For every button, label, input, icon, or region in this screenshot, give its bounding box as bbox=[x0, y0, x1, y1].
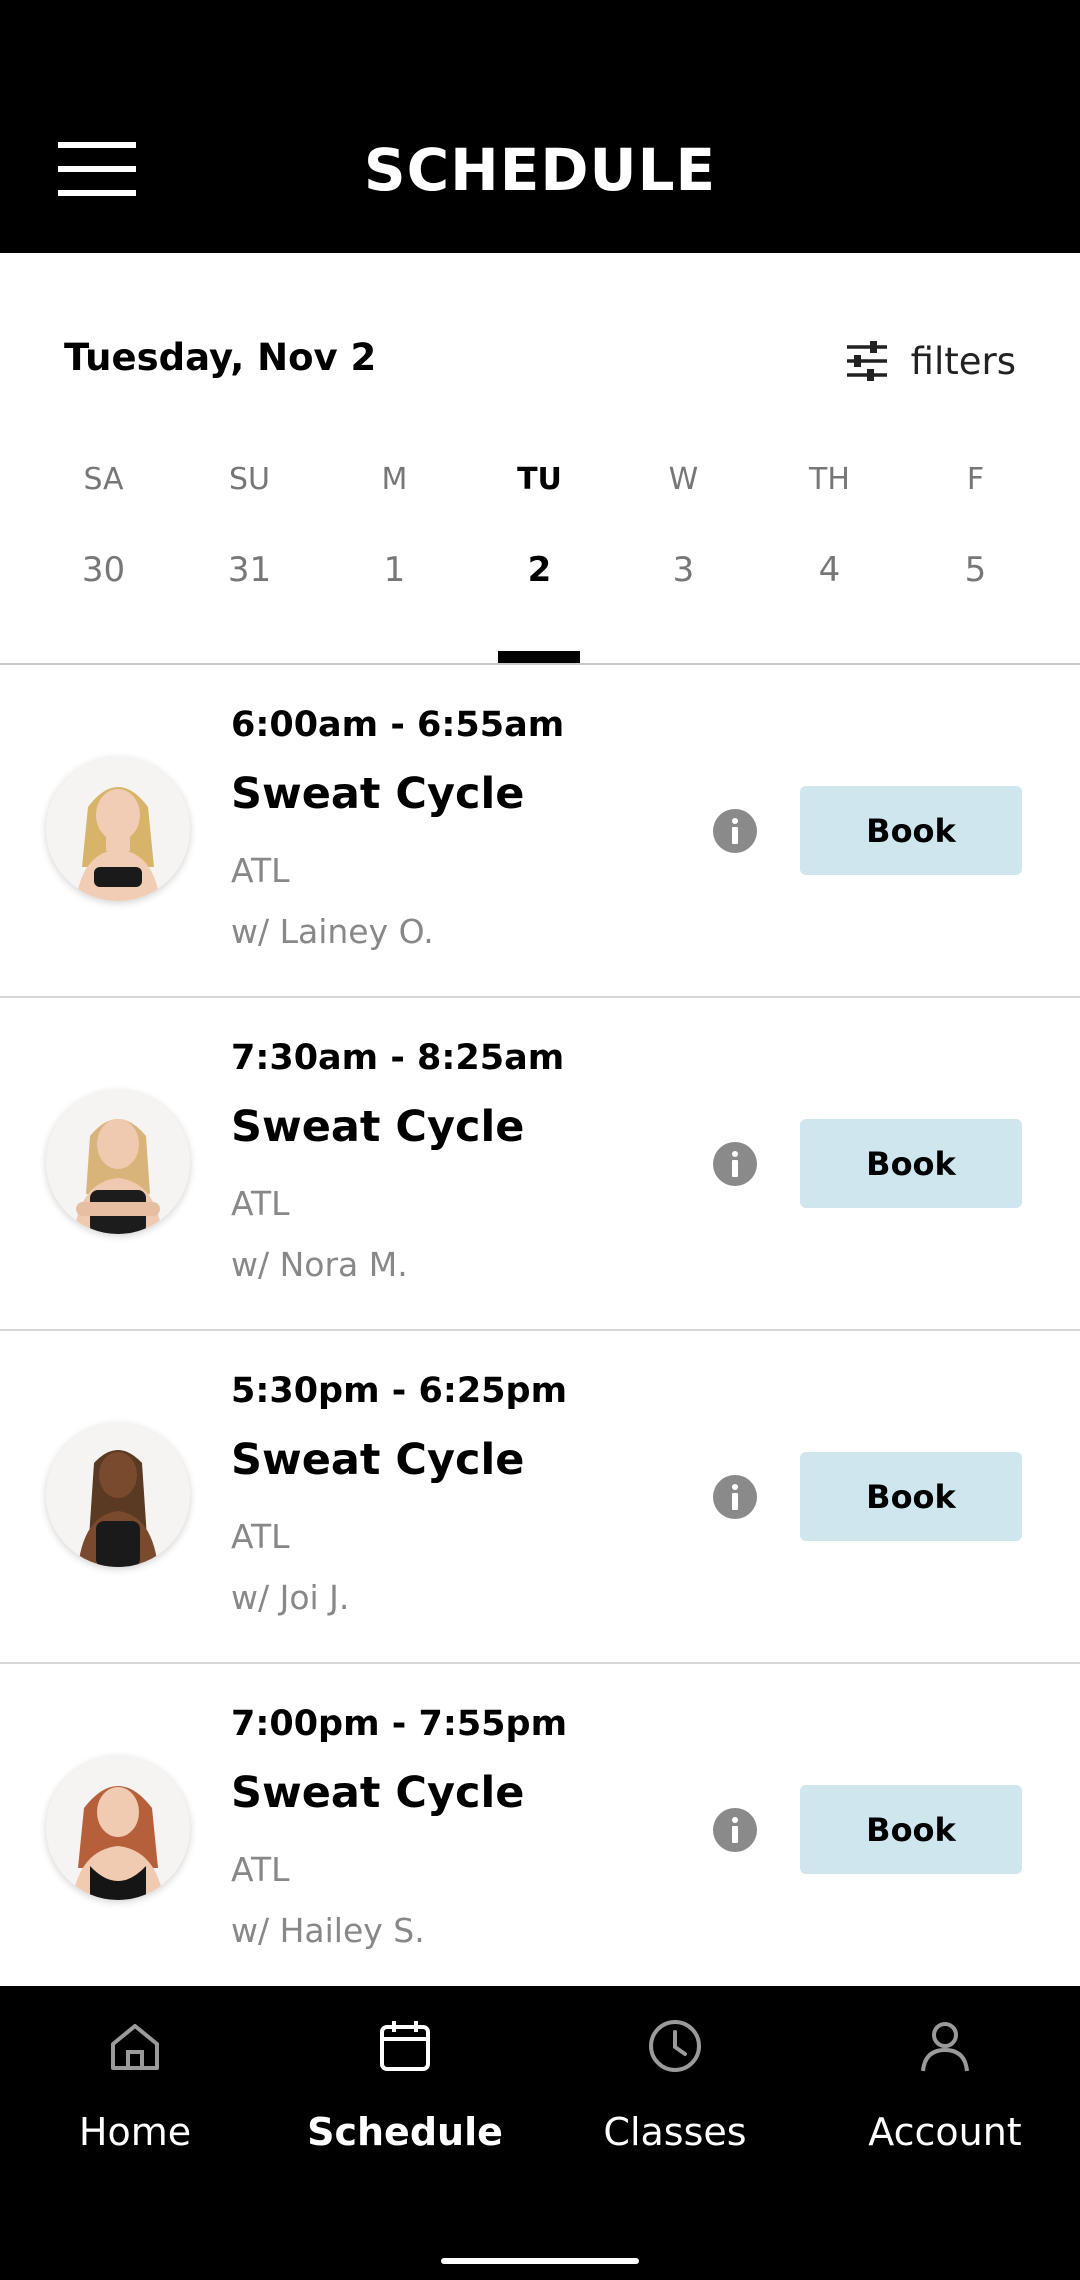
day-tu[interactable]: TU 2 bbox=[467, 460, 612, 620]
day-number: 1 bbox=[383, 550, 406, 590]
book-button[interactable]: Book bbox=[800, 1119, 1022, 1208]
class-row[interactable]: 5:30pm - 6:25pm Sweat Cycle ATL w/ Joi J. Bo… bbox=[0, 1331, 1080, 1664]
class-name: Sweat Cycle bbox=[231, 1102, 525, 1152]
tab-classes[interactable]: Classes bbox=[540, 2016, 810, 2166]
tab-home[interactable]: Home bbox=[0, 2016, 270, 2166]
tab-label: Classes bbox=[603, 2110, 747, 2154]
day-number: 2 bbox=[527, 550, 552, 590]
class-time: 6:00am - 6:55am bbox=[231, 705, 565, 745]
class-instructor: w/ Hailey S. bbox=[231, 1911, 425, 1950]
day-name: M bbox=[381, 462, 408, 497]
day-name: SA bbox=[83, 462, 124, 497]
selected-date-label: Tuesday, Nov 2 bbox=[64, 336, 377, 379]
class-list: 6:00am - 6:55am Sweat Cycle ATL w/ Lainey O… bbox=[0, 665, 1080, 1997]
class-instructor: w/ Nora M. bbox=[231, 1245, 408, 1284]
instructor-avatar bbox=[46, 1756, 190, 1900]
day-w[interactable]: W3 bbox=[611, 460, 756, 620]
class-time: 7:30am - 8:25am bbox=[231, 1038, 565, 1078]
class-row[interactable]: 7:30am - 8:25am Sweat Cycle ATL w/ Nora M. B… bbox=[0, 998, 1080, 1331]
class-row[interactable]: 7:00pm - 7:55pm Sweat Cycle ATL w/ Hailey S… bbox=[0, 1664, 1080, 1997]
class-time: 5:30pm - 6:25pm bbox=[231, 1371, 568, 1411]
class-instructor: w/ Lainey O. bbox=[231, 912, 434, 951]
day-number: 4 bbox=[818, 550, 841, 590]
class-location: ATL bbox=[231, 1184, 290, 1223]
info-icon[interactable] bbox=[713, 809, 757, 853]
day-name: SU bbox=[228, 462, 270, 497]
day-number: 5 bbox=[964, 550, 987, 590]
person-icon bbox=[810, 2016, 1080, 2076]
date-header: Tuesday, Nov 2 filters bbox=[0, 330, 1080, 390]
class-name: Sweat Cycle bbox=[231, 1435, 525, 1485]
day-name: TU bbox=[517, 462, 562, 497]
book-button[interactable]: Book bbox=[800, 1785, 1022, 1874]
clock-icon bbox=[540, 2016, 810, 2076]
day-f[interactable]: F5 bbox=[903, 460, 1048, 620]
instructor-avatar bbox=[46, 1090, 190, 1234]
day-m[interactable]: M1 bbox=[322, 460, 467, 620]
selected-day-indicator bbox=[498, 651, 580, 663]
info-icon[interactable] bbox=[713, 1808, 757, 1852]
week-day-strip: SA 30 SU 31 M 1 TU 2 W 3 TH 4 F 5 bbox=[0, 460, 1080, 620]
day-name: W bbox=[668, 462, 699, 497]
instructor-avatar bbox=[46, 1423, 190, 1567]
tab-label: Account bbox=[868, 2110, 1022, 2154]
info-icon[interactable] bbox=[713, 1475, 757, 1519]
day-number: 3 bbox=[672, 550, 695, 590]
home-indicator bbox=[441, 2258, 639, 2264]
class-name: Sweat Cycle bbox=[231, 1768, 525, 1818]
class-name: Sweat Cycle bbox=[231, 769, 525, 819]
book-button[interactable]: Book bbox=[800, 786, 1022, 875]
filters-button[interactable]: filters bbox=[845, 336, 1016, 386]
book-button[interactable]: Book bbox=[800, 1452, 1022, 1541]
day-su[interactable]: SU 31 bbox=[177, 460, 322, 620]
class-instructor: w/ Joi J. bbox=[231, 1578, 350, 1617]
class-location: ATL bbox=[231, 851, 290, 890]
instructor-avatar bbox=[46, 757, 190, 901]
calendar-icon bbox=[270, 2016, 540, 2076]
day-th[interactable]: TH 4 bbox=[757, 460, 902, 620]
top-app-bar: SCHEDULE bbox=[0, 0, 1080, 253]
tab-label: Home bbox=[78, 2110, 192, 2154]
filters-label: filters bbox=[910, 339, 1016, 383]
page-title: SCHEDULE bbox=[363, 136, 717, 204]
day-number: 31 bbox=[227, 550, 272, 590]
bottom-tab-bar: Home Schedule Classes Account bbox=[0, 1986, 1080, 2280]
tab-schedule[interactable]: Schedule bbox=[270, 2016, 540, 2166]
day-sa[interactable]: SA 30 bbox=[31, 460, 176, 620]
tab-account[interactable]: Account bbox=[810, 2016, 1080, 2166]
class-location: ATL bbox=[231, 1850, 290, 1889]
info-icon[interactable] bbox=[713, 1142, 757, 1186]
day-name: TH bbox=[809, 462, 850, 497]
home-icon bbox=[0, 2016, 270, 2076]
day-number: 30 bbox=[81, 550, 126, 590]
tab-label: Schedule bbox=[307, 2110, 503, 2154]
class-location: ATL bbox=[231, 1517, 290, 1556]
class-time: 7:00pm - 7:55pm bbox=[231, 1704, 568, 1744]
class-row[interactable]: 6:00am - 6:55am Sweat Cycle ATL w/ Lainey O… bbox=[0, 665, 1080, 998]
day-name: F bbox=[966, 462, 985, 497]
sliders-icon bbox=[846, 341, 887, 381]
